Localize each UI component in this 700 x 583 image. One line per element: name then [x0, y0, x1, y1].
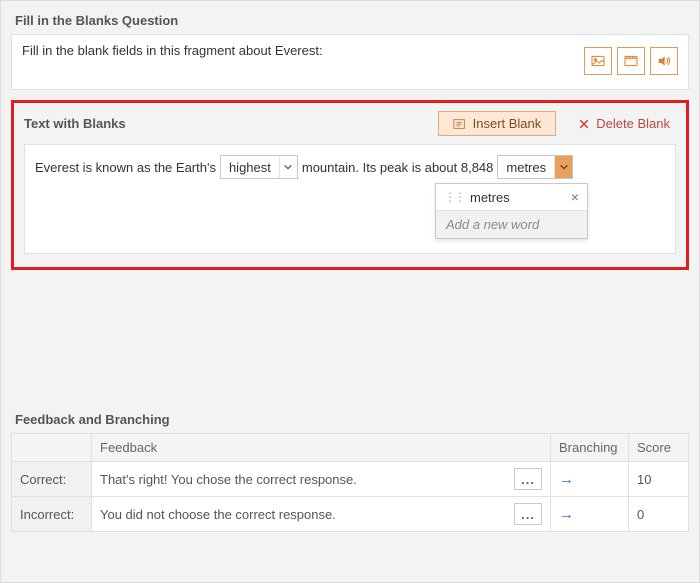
video-icon — [623, 53, 639, 69]
arrow-right-icon[interactable]: → — [559, 471, 574, 488]
add-option-input[interactable]: Add a new word — [436, 210, 587, 238]
table-row: Correct: That's right! You chose the cor… — [12, 462, 689, 497]
table-header-branching: Branching — [551, 434, 629, 462]
branching-cell-correct[interactable]: → — [551, 462, 629, 497]
chevron-down-icon[interactable] — [554, 156, 572, 178]
question-section-title: Fill in the Blanks Question — [15, 13, 689, 28]
score-cell-correct[interactable]: 10 — [629, 462, 689, 497]
delete-blank-label: Delete Blank — [596, 116, 670, 131]
feedback-text-correct: That's right! You chose the correct resp… — [100, 472, 357, 487]
arrow-right-icon[interactable]: → — [559, 506, 574, 523]
table-header-empty — [12, 434, 92, 462]
remove-option-button[interactable]: × — [571, 189, 579, 205]
insert-image-button[interactable] — [584, 47, 612, 75]
feedback-cell-correct[interactable]: That's right! You chose the correct resp… — [92, 462, 551, 497]
feedback-cell-incorrect[interactable]: You did not choose the correct response.… — [92, 497, 551, 532]
media-buttons — [584, 47, 678, 75]
sentence-text-1: Everest is known as the Earth's — [35, 160, 216, 175]
drag-handle-icon[interactable]: ⋮⋮ — [444, 190, 464, 204]
close-icon — [578, 118, 590, 130]
branching-cell-incorrect[interactable]: → — [551, 497, 629, 532]
blank-select-2-value: metres — [498, 160, 554, 175]
spacer — [11, 270, 689, 412]
feedback-table: Feedback Branching Score Correct: That's… — [11, 433, 689, 532]
more-button[interactable]: ... — [514, 503, 542, 525]
blank-options-dropdown: ⋮⋮ metres × Add a new word — [435, 183, 588, 239]
sentence: Everest is known as the Earth's highest … — [35, 155, 665, 179]
insert-blank-button[interactable]: Insert Blank — [438, 111, 557, 136]
insert-blank-icon — [453, 117, 467, 131]
audio-icon — [656, 53, 672, 69]
sentence-text-2: mountain. Its peak is about 8,848 — [302, 160, 494, 175]
image-icon — [590, 53, 606, 69]
insert-blank-label: Insert Blank — [473, 116, 542, 131]
blank-select-1-value: highest — [221, 160, 279, 175]
text-with-blanks-section: Text with Blanks Insert Blank Delete Bla… — [11, 100, 689, 270]
table-header-score: Score — [629, 434, 689, 462]
row-label-incorrect: Incorrect: — [12, 497, 92, 532]
blank-select-1[interactable]: highest — [220, 155, 298, 179]
blanks-section-title: Text with Blanks — [24, 116, 126, 131]
table-header-feedback: Feedback — [92, 434, 551, 462]
more-button[interactable]: ... — [514, 468, 542, 490]
blanks-editor[interactable]: Everest is known as the Earth's highest … — [24, 144, 676, 254]
table-row: Incorrect: You did not choose the correc… — [12, 497, 689, 532]
score-cell-incorrect[interactable]: 0 — [629, 497, 689, 532]
dropdown-option-label: metres — [470, 190, 510, 205]
feedback-text-incorrect: You did not choose the correct response. — [100, 507, 336, 522]
question-prompt-text[interactable]: Fill in the blank fields in this fragmen… — [22, 43, 323, 58]
insert-audio-button[interactable] — [650, 47, 678, 75]
delete-blank-button[interactable]: Delete Blank — [572, 115, 676, 132]
question-panel: Fill in the blank fields in this fragmen… — [11, 34, 689, 90]
app-root: Fill in the Blanks Question Fill in the … — [0, 0, 700, 583]
chevron-down-icon[interactable] — [279, 156, 297, 178]
blanks-header: Text with Blanks Insert Blank Delete Bla… — [24, 111, 676, 136]
dropdown-option[interactable]: ⋮⋮ metres × — [436, 184, 587, 210]
feedback-section-title: Feedback and Branching — [15, 412, 689, 427]
insert-video-button[interactable] — [617, 47, 645, 75]
blank-select-2[interactable]: metres — [497, 155, 573, 179]
row-label-correct: Correct: — [12, 462, 92, 497]
